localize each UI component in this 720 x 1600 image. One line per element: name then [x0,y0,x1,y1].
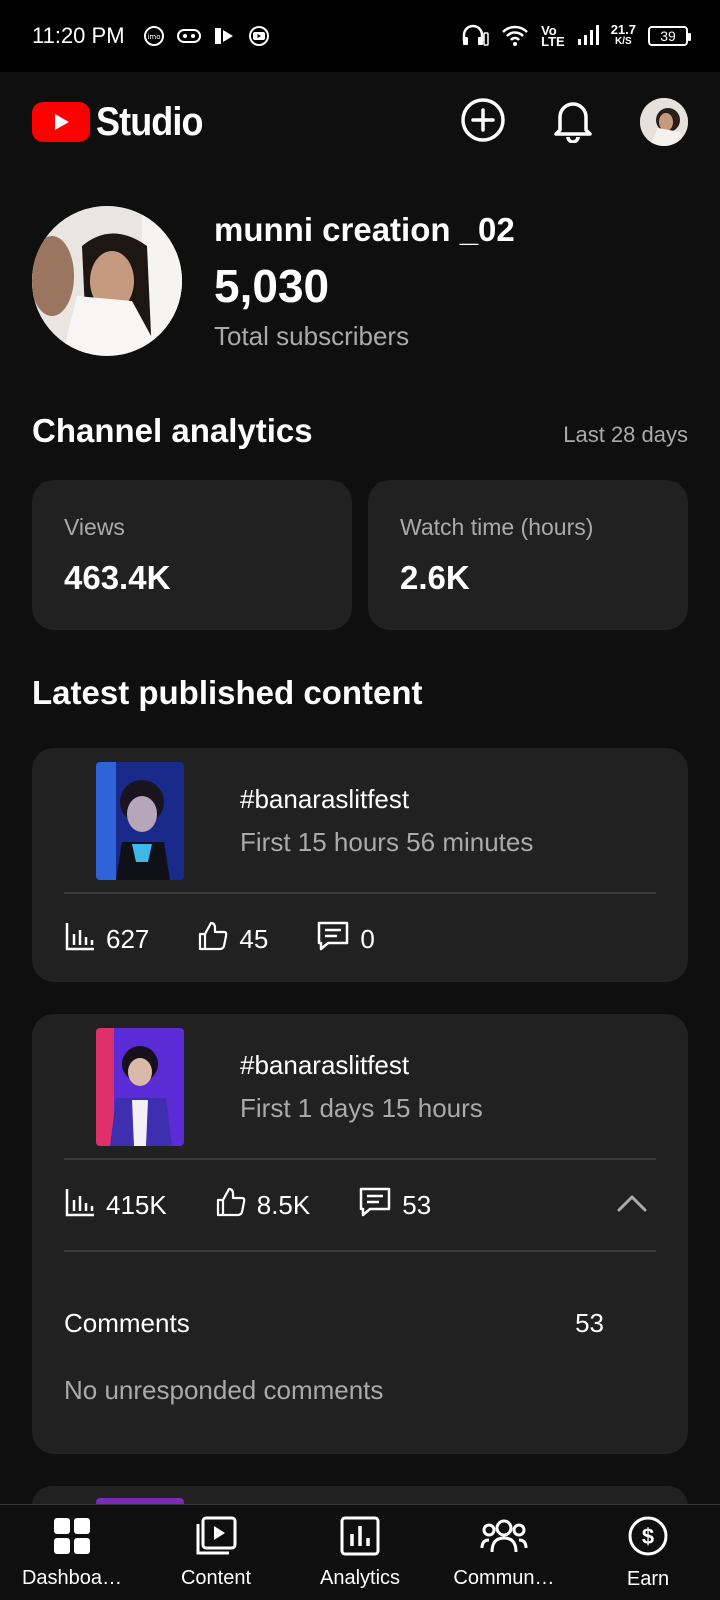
svg-text:$: $ [642,1524,654,1549]
create-icon[interactable] [460,97,506,148]
content-card[interactable]: #banaraslitfest First 1 days 15 hours 41… [32,1014,688,1454]
subscriber-count: 5,030 [214,259,330,312]
content-card[interactable]: #banaraslitfest First 15 hours 56 minute… [32,748,688,982]
likes-metric: 8.5K [215,1186,310,1225]
community-icon [480,1516,528,1561]
video-title[interactable]: #banaraslitfest [240,784,533,815]
channel-name: munni creation _02 [214,210,515,248]
bar-chart-icon [64,1186,106,1225]
likes-metric: 45 [197,920,268,959]
comments-summary[interactable]: Comments 53 [32,1308,688,1339]
gamepad-icon [176,28,201,44]
volte-indicator: Vo LTE [541,23,565,49]
channel-summary: munni creation _02 5,030 Total subscribe… [32,206,515,356]
youtube-play-icon [32,102,90,142]
video-age: First 15 hours 56 minutes [240,827,534,857]
watch-time-value: 2.6K [400,559,470,596]
dollar-icon: $ [627,1515,669,1562]
status-bar: 11:20 PM imo Vo LTE 21.7 K/S 39 [0,0,720,72]
comments-label: Comments [64,1308,190,1338]
logo-text: Studio [96,99,203,144]
video-thumbnail[interactable] [96,762,184,880]
subscriber-label: Total subscribers [214,320,410,351]
video-thumbnail[interactable] [96,1028,184,1146]
network-speed: 21.7 K/S [610,22,636,47]
watch-time-card[interactable]: Watch time (hours) 2.6K [368,480,688,630]
watch-time-label: Watch time (hours) [400,514,594,540]
thumbs-up-icon [197,920,239,959]
nav-dashboard[interactable]: Dashboa… [0,1505,144,1600]
unresponded-note: No unresponded comments [64,1375,384,1405]
analytics-header: Channel analytics Last 28 days [32,412,688,450]
battery-indicator: 39 [648,26,691,46]
video-age: First 1 days 15 hours [240,1093,483,1123]
video-app-icon [213,25,235,47]
comment-icon [316,920,360,959]
imo-icon: imo [143,25,165,47]
latest-title: Latest published content [32,674,423,711]
nav-earn[interactable]: $ Earn [576,1505,720,1600]
comments-count: 53 [575,1308,604,1338]
nav-analytics[interactable]: Analytics [288,1505,432,1600]
comment-icon [358,1186,402,1225]
content-library-icon [195,1516,237,1561]
latest-header: Latest published content [32,674,688,712]
comments-metric: 0 [316,920,375,959]
youtube-notif-icon [247,25,271,47]
app-header: Studio [0,72,720,172]
account-avatar[interactable] [640,98,688,146]
views-card[interactable]: Views 463.4K [32,480,352,630]
comments-metric: 53 [358,1186,431,1225]
nav-community[interactable]: Commun… [432,1505,576,1600]
analytics-title: Channel analytics [32,412,313,449]
channel-avatar[interactable] [32,206,182,356]
nav-content[interactable]: Content [144,1505,288,1600]
analytics-cards: Views 463.4K Watch time (hours) 2.6K [32,480,688,630]
thumbs-up-icon [215,1186,257,1225]
views-value: 463.4K [64,559,171,596]
chevron-up-icon[interactable] [616,1193,648,1218]
analytics-icon [340,1516,380,1561]
dashboard-icon [52,1516,92,1561]
headset-icon [461,23,489,50]
signal-icon [577,24,599,48]
views-metric: 415K [64,1186,167,1225]
studio-logo[interactable]: Studio [32,100,214,145]
bar-chart-icon [64,920,106,959]
views-metric: 627 [64,920,149,959]
clock: 11:20 PM [32,23,125,48]
analytics-period: Last 28 days [563,422,688,447]
wifi-icon [501,24,529,49]
views-label: Views [64,514,125,540]
video-title[interactable]: #banaraslitfest [240,1050,483,1081]
bottom-nav: Dashboa… Content Analytics Commun… $ Ear… [0,1504,720,1600]
svg-text:imo: imo [147,33,160,41]
bell-icon[interactable] [552,97,594,148]
